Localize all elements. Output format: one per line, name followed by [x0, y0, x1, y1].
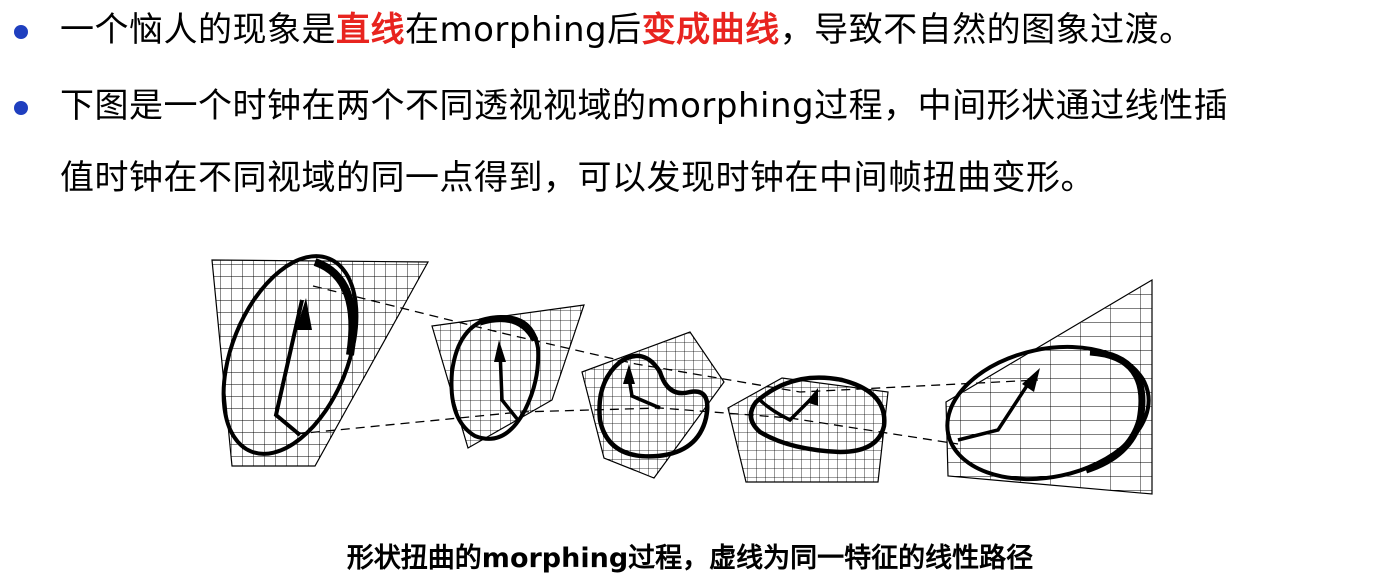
- figure-caption: 形状扭曲的morphing过程，虚线为同一特征的线性路径: [346, 543, 1034, 574]
- clock-morphing-figure: [211, 254, 1153, 495]
- clock-frame-2: [431, 304, 585, 449]
- clock-frame-1: [211, 254, 430, 467]
- clock-frame-3: [581, 331, 725, 479]
- clock-frame-5: [945, 278, 1153, 495]
